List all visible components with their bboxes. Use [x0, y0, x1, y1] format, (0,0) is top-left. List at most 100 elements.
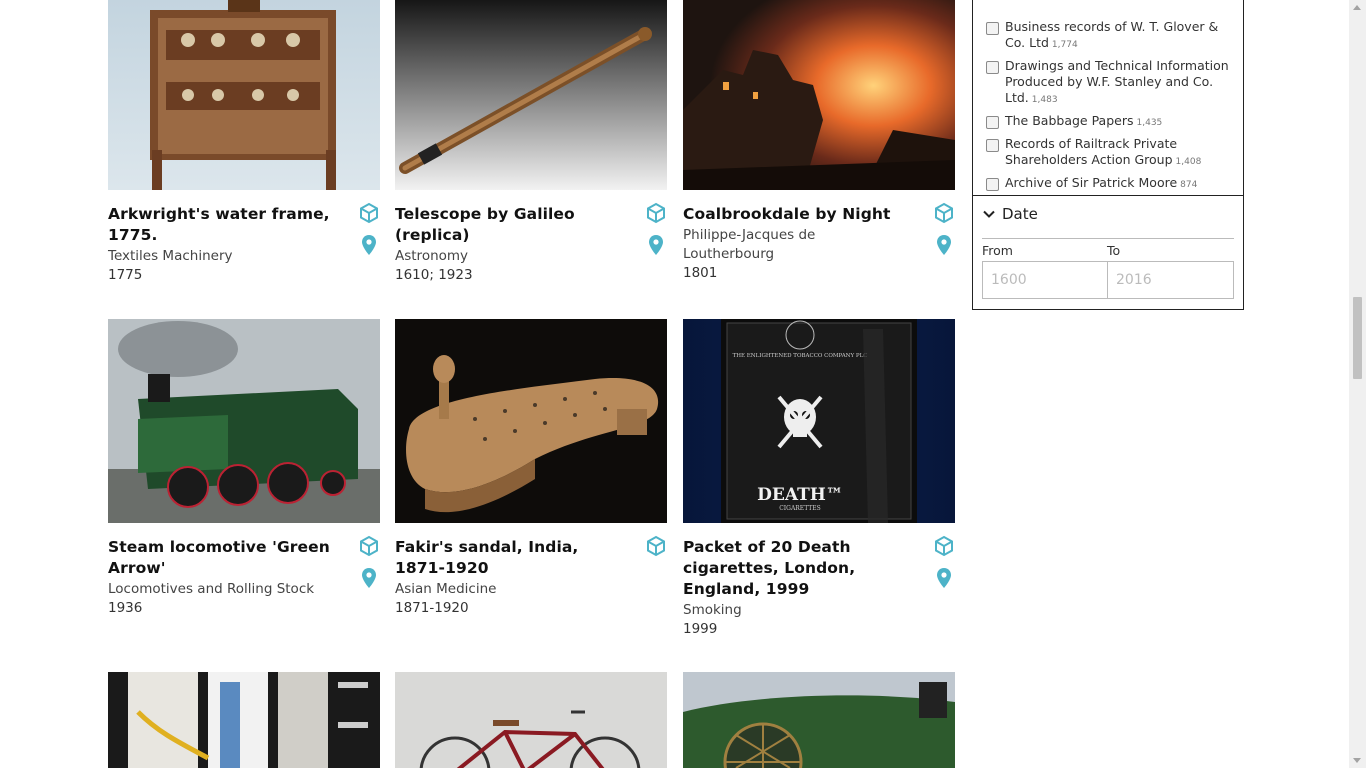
- result-card[interactable]: THE ENLIGHTENED TOBACCO COMPANY PLC DEAT…: [683, 319, 955, 639]
- result-card-body: Fakir's sandal, India, 1871-1920 Asian M…: [395, 535, 667, 618]
- map-pin-icon[interactable]: [358, 234, 380, 256]
- result-title[interactable]: Fakir's sandal, India, 1871-1920: [395, 537, 619, 579]
- green-arrow-locomotive-image: [108, 319, 380, 523]
- result-date: 1936: [108, 600, 143, 616]
- result-category: Textiles Machinery: [108, 248, 233, 264]
- result-card-body: Packet of 20 Death cigarettes, London, E…: [683, 535, 955, 639]
- filter-label: Drawings and Technical Information Produ…: [1005, 58, 1229, 105]
- filter-label: Business records of W. T. Glover & Co. L…: [1005, 19, 1219, 50]
- filter-checkbox[interactable]: [986, 22, 999, 35]
- result-category: Asian Medicine: [395, 581, 497, 597]
- result-card[interactable]: Fakir's sandal, India, 1871-1920 Asian M…: [395, 319, 667, 618]
- date-to-input[interactable]: [1107, 261, 1234, 299]
- result-category: Smoking: [683, 602, 742, 618]
- result-card[interactable]: [108, 672, 380, 768]
- filter-checkbox[interactable]: [986, 178, 999, 191]
- date-divider: [982, 238, 1234, 239]
- telescope-image: [395, 0, 667, 190]
- result-actions: [645, 535, 667, 567]
- result-image-fakir-sandal[interactable]: [395, 319, 667, 523]
- result-actions: [358, 202, 380, 266]
- result-title[interactable]: Arkwright's water frame, 1775.: [108, 204, 332, 246]
- filter-checkbox[interactable]: [986, 61, 999, 74]
- death-cigarettes-image: THE ENLIGHTENED TOBACCO COMPANY PLC DEAT…: [683, 319, 955, 523]
- result-image-machinery[interactable]: [108, 672, 380, 768]
- date-from-input[interactable]: [982, 261, 1109, 299]
- page-scrollbar[interactable]: [1349, 0, 1366, 768]
- date-filter-toggle[interactable]: Date: [982, 205, 1038, 223]
- filter-divider: [973, 195, 1243, 196]
- scroll-up-arrow-icon[interactable]: [1353, 5, 1361, 10]
- filter-checkbox[interactable]: [986, 139, 999, 152]
- date-to-label: To: [1107, 243, 1121, 258]
- cube-3d-icon[interactable]: [933, 535, 955, 557]
- map-pin-icon[interactable]: [358, 567, 380, 589]
- result-card-body: Coalbrookdale by Night Philippe-Jacques …: [683, 202, 955, 283]
- map-pin-icon[interactable]: [933, 567, 955, 589]
- cube-3d-icon[interactable]: [358, 535, 380, 557]
- result-date: 1775: [108, 267, 143, 283]
- result-image-death-cigarettes[interactable]: THE ENLIGHTENED TOBACCO COMPANY PLC DEAT…: [683, 319, 955, 523]
- scroll-down-arrow-icon[interactable]: [1353, 758, 1361, 763]
- result-title[interactable]: Steam locomotive 'Green Arrow': [108, 537, 332, 579]
- red-bicycle-image: [395, 672, 667, 768]
- cube-3d-icon[interactable]: [645, 202, 667, 224]
- date-filter-heading: Date: [1002, 205, 1038, 223]
- result-card[interactable]: Steam locomotive 'Green Arrow' Locomotiv…: [108, 319, 380, 618]
- result-card-body: Steam locomotive 'Green Arrow' Locomotiv…: [108, 535, 380, 618]
- machinery-interior-image: [108, 672, 380, 768]
- cube-3d-icon[interactable]: [358, 202, 380, 224]
- result-image-bicycle[interactable]: [395, 672, 667, 768]
- packet-sub-text: CIGARETTES: [779, 505, 821, 512]
- filter-checkbox[interactable]: [986, 116, 999, 129]
- result-date: 1610; 1923: [395, 267, 473, 283]
- cube-3d-icon[interactable]: [933, 202, 955, 224]
- water-frame-image: [108, 0, 380, 190]
- filter-label: The Babbage Papers 1,435: [1005, 113, 1163, 128]
- result-date: 1871-1920: [395, 600, 469, 616]
- chevron-down-icon: [983, 210, 995, 218]
- result-date: 1999: [683, 621, 718, 637]
- filter-count: 1,408: [1175, 157, 1202, 167]
- result-card-body: Arkwright's water frame, 1775. Textiles …: [108, 202, 380, 285]
- fakir-sandal-image: [395, 319, 667, 523]
- result-date: 1801: [683, 265, 718, 281]
- green-locomotive-closeup-image: [683, 672, 955, 768]
- result-image-water-frame[interactable]: [108, 0, 380, 190]
- filter-count: 1,774: [1051, 40, 1078, 50]
- map-pin-icon[interactable]: [933, 234, 955, 256]
- date-from-label: From: [982, 243, 1013, 258]
- result-image-green-arrow[interactable]: [108, 319, 380, 523]
- filter-count: 1,483: [1031, 95, 1058, 105]
- result-category: Philippe-Jacques de Loutherbourg: [683, 227, 816, 262]
- result-category: Astronomy: [395, 248, 469, 264]
- result-image-coalbrookdale[interactable]: [683, 0, 955, 190]
- coalbrookdale-painting-image: [683, 0, 955, 190]
- result-actions: [933, 535, 955, 599]
- filter-count: 874: [1180, 180, 1198, 190]
- result-card[interactable]: Arkwright's water frame, 1775. Textiles …: [108, 0, 380, 285]
- result-image-locomotive-closeup[interactable]: [683, 672, 955, 768]
- cube-3d-icon[interactable]: [645, 535, 667, 557]
- map-pin-icon[interactable]: [645, 234, 667, 256]
- result-image-telescope[interactable]: [395, 0, 667, 190]
- result-card-body: Telescope by Galileo (replica) Astronomy…: [395, 202, 667, 285]
- result-actions: [933, 202, 955, 266]
- filter-panel: Business records of W. T. Glover & Co. L…: [972, 0, 1244, 310]
- result-title[interactable]: Packet of 20 Death cigarettes, London, E…: [683, 537, 907, 600]
- filter-count: 1,435: [1136, 118, 1163, 128]
- packet-brand-text: DEATH™: [757, 485, 843, 505]
- filter-label: Records of Railtrack Private Shareholder…: [1005, 136, 1202, 167]
- scroll-thumb[interactable]: [1353, 297, 1362, 379]
- result-title[interactable]: Coalbrookdale by Night: [683, 204, 907, 225]
- result-card[interactable]: [395, 672, 667, 768]
- filter-label: Archive of Sir Patrick Moore 874: [1005, 175, 1198, 190]
- result-card[interactable]: Coalbrookdale by Night Philippe-Jacques …: [683, 0, 955, 283]
- result-category: Locomotives and Rolling Stock: [108, 581, 315, 597]
- result-title[interactable]: Telescope by Galileo (replica): [395, 204, 619, 246]
- packet-company-text: THE ENLIGHTENED TOBACCO COMPANY PLC: [733, 353, 868, 359]
- result-card[interactable]: [683, 672, 955, 768]
- result-card[interactable]: Telescope by Galileo (replica) Astronomy…: [395, 0, 667, 285]
- result-actions: [645, 202, 667, 266]
- result-actions: [358, 535, 380, 599]
